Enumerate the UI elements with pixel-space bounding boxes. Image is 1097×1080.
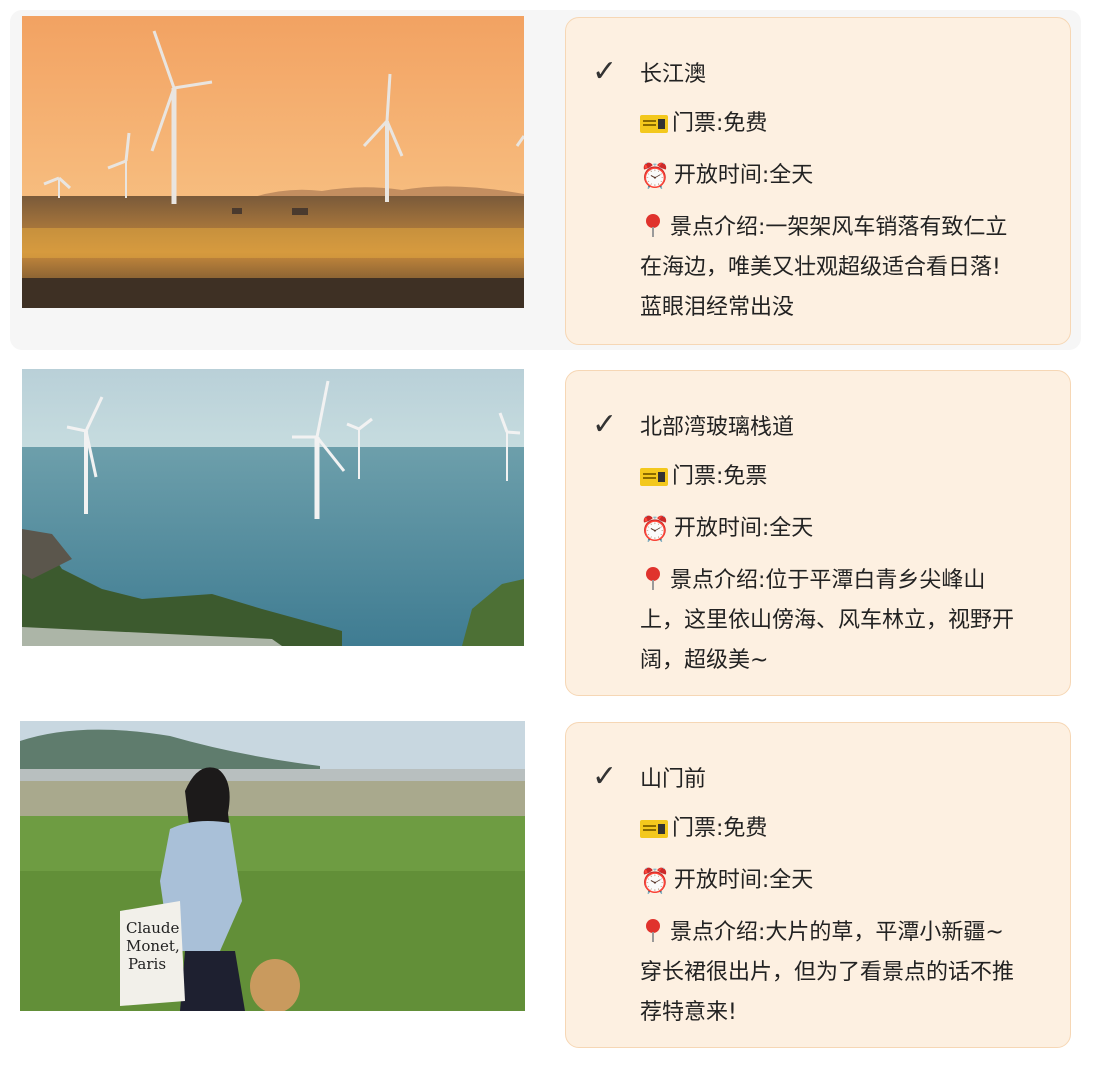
intro-line: 景点介绍:大片的草，平潭小新疆~ — [670, 920, 1004, 945]
hours-row: ⏰ 开放时间:全天 — [592, 150, 1044, 202]
spot-name: 北部湾玻璃栈道 — [640, 415, 795, 440]
hours-text: 开放时间:全天 — [673, 516, 814, 541]
intro-text: 景点介绍:位于平潭白青乡尖峰山 上，这里依山傍海、风车林立，视野开 阔，超级美~ — [592, 555, 1044, 681]
ticket-text: 门票:免票 — [672, 464, 768, 489]
alarm-clock-icon: ⏰ — [640, 515, 670, 543]
bag-text-1: Claude — [126, 919, 179, 937]
ticket-row: 门票:免票 — [592, 451, 1044, 503]
spot-name: 长江澳 — [640, 62, 707, 87]
ticket-row: 门票:免费 — [592, 98, 1044, 150]
intro-line: 阔，超级美~ — [640, 648, 769, 673]
intro-line: 穿长裙很出片，但为了看景点的话不推 — [640, 960, 1015, 985]
intro-line: 景点介绍:位于平潭白青乡尖峰山 — [670, 568, 986, 593]
check-icon: ✓ — [592, 54, 618, 89]
pin-icon — [646, 919, 660, 942]
hours-text: 开放时间:全天 — [673, 163, 814, 188]
spot-title-row: ✓ 北部湾玻璃栈道 — [592, 399, 1044, 451]
ticket-row: 门票:免费 — [592, 803, 1044, 855]
intro-line: 蓝眼泪经常出没 — [640, 295, 795, 320]
spot-title-row: ✓ 山门前 — [592, 751, 1044, 803]
spot-card-3: ✓ 山门前 门票:免费 ⏰ 开放时间:全天 景点介绍:大片的草，平潭小新疆~ 穿… — [565, 722, 1071, 1048]
intro-line: 景点介绍:一架架风车销落有致仁立 — [670, 215, 1008, 240]
pin-icon — [646, 214, 660, 237]
spot-title-row: ✓ 长江澳 — [592, 46, 1044, 98]
spot-card-2: ✓ 北部湾玻璃栈道 门票:免票 ⏰ 开放时间:全天 景点介绍:位于平潭白青乡尖峰… — [565, 370, 1071, 696]
hours-text: 开放时间:全天 — [673, 868, 814, 893]
intro-line: 上，这里依山傍海、风车林立，视野开 — [640, 608, 1015, 633]
ticket-text: 门票:免费 — [672, 111, 768, 136]
intro-line: 在海边，唯美又壮观超级适合看日落! — [640, 255, 1001, 280]
photo-changjiangao — [22, 16, 524, 308]
spot-name: 山门前 — [640, 767, 707, 792]
check-icon: ✓ — [592, 407, 618, 442]
hours-row: ⏰ 开放时间:全天 — [592, 503, 1044, 555]
intro-text: 景点介绍:一架架风车销落有致仁立 在海边，唯美又壮观超级适合看日落! 蓝眼泪经常… — [592, 202, 1044, 328]
bag-text-3: Paris — [128, 955, 166, 973]
hours-row: ⏰ 开放时间:全天 — [592, 855, 1044, 907]
intro-text: 景点介绍:大片的草，平潭小新疆~ 穿长裙很出片，但为了看景点的话不推 荐特意来! — [592, 907, 1044, 1033]
bag-text-2: Monet, — [126, 937, 180, 955]
alarm-clock-icon: ⏰ — [640, 867, 670, 895]
ticket-text: 门票:免费 — [672, 816, 768, 841]
photo-shanmenqian: Claude Monet, Paris — [20, 721, 525, 1011]
ticket-icon — [640, 468, 668, 486]
spot-card-1: ✓ 长江澳 门票:免费 ⏰ 开放时间:全天 景点介绍:一架架风车销落有致仁立 在… — [565, 17, 1071, 345]
check-icon: ✓ — [592, 759, 618, 794]
ticket-icon — [640, 820, 668, 838]
intro-line: 荐特意来! — [640, 1000, 737, 1025]
pin-icon — [646, 567, 660, 590]
ticket-icon — [640, 115, 668, 133]
alarm-clock-icon: ⏰ — [640, 162, 670, 190]
photo-beibuwan — [22, 369, 524, 646]
